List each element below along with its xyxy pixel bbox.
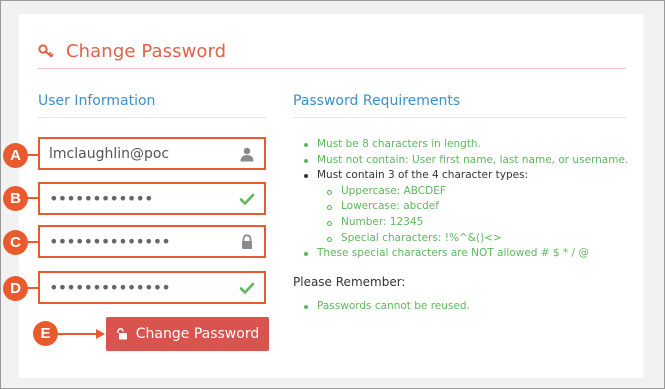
title-divider	[38, 68, 626, 69]
change-password-button-label: Change Password	[135, 326, 260, 342]
list-item: Must contain 3 of the 4 character types:	[301, 168, 628, 184]
list-item: Must be 8 characters in length.	[301, 137, 628, 153]
please-remember-list: Passwords cannot be reused.	[301, 299, 470, 314]
username-field[interactable]: lmclaughlin@poc	[38, 137, 266, 170]
lock-icon	[242, 233, 252, 249]
annotation-marker-e: E	[33, 321, 58, 346]
check-icon	[239, 282, 255, 294]
arrow-head-icon	[96, 329, 105, 339]
please-remember-heading: Please Remember:	[293, 275, 406, 289]
annotation-arrow-e	[56, 333, 100, 335]
user-icon	[240, 147, 254, 161]
confirm-password-field[interactable]: ••••••••••••••	[38, 271, 266, 304]
new-password-value: ••••••••••••••	[49, 232, 171, 251]
check-icon	[239, 193, 255, 205]
list-item: These special characters are NOT allowed…	[301, 246, 628, 262]
list-item: Uppercase: ABCDEF	[301, 184, 628, 200]
list-item: Special characters: !%^&()<>	[301, 231, 628, 247]
page-title: Change Password	[66, 40, 227, 62]
new-password-field[interactable]: ••••••••••••••	[38, 225, 266, 258]
unlock-icon	[117, 328, 127, 340]
username-value: lmclaughlin@poc	[49, 145, 170, 162]
list-item: Passwords cannot be reused.	[301, 299, 470, 314]
password-requirements-divider	[293, 117, 626, 118]
password-requirements-heading: Password Requirements	[293, 93, 461, 109]
user-information-divider	[38, 117, 266, 118]
change-password-button[interactable]: Change Password	[106, 317, 269, 351]
annotation-marker-c: C	[3, 230, 28, 255]
page-title-row: Change Password	[38, 38, 226, 64]
annotation-marker-d: D	[3, 276, 28, 301]
confirm-password-value: ••••••••••••••	[49, 278, 171, 297]
key-icon	[38, 44, 54, 58]
password-requirements-list: Must be 8 characters in length. Must not…	[301, 137, 628, 262]
list-item: Number: 12345	[301, 215, 628, 231]
annotation-marker-b: B	[3, 186, 28, 211]
list-item: Must not contain: User first name, last …	[301, 153, 628, 169]
list-item: Lowercase: abcdef	[301, 199, 628, 215]
annotation-marker-a: A	[3, 143, 28, 168]
user-information-heading: User Information	[38, 93, 156, 109]
current-password-field[interactable]: ••••••••••••	[38, 182, 266, 215]
current-password-value: ••••••••••••	[49, 189, 154, 208]
